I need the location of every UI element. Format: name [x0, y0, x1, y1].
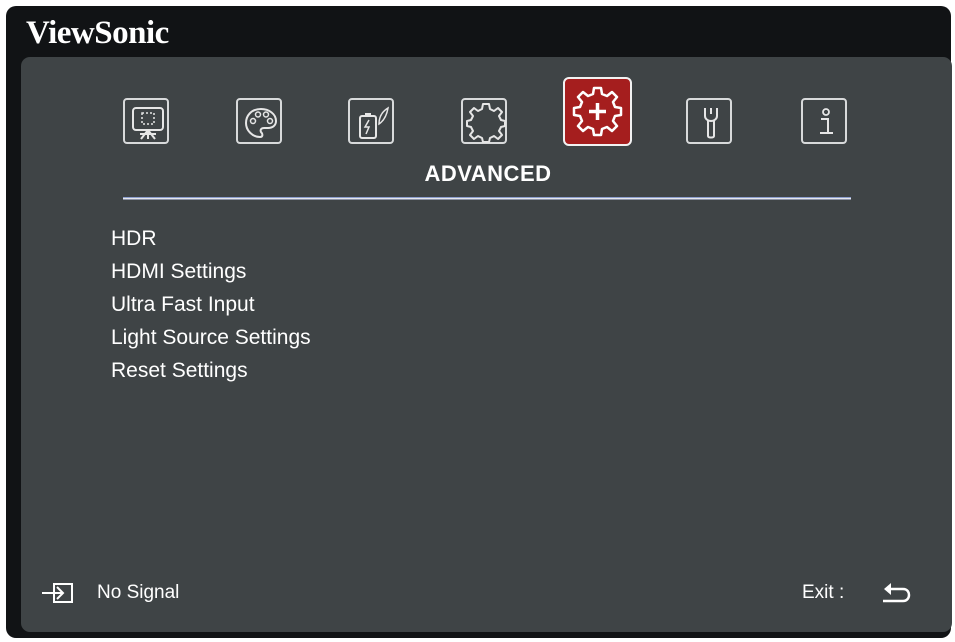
- exit-label: Exit :: [802, 582, 845, 603]
- menu-item-ultra-fast-input[interactable]: Ultra Fast Input: [111, 291, 311, 324]
- info-icon: [820, 108, 833, 134]
- title-divider: [123, 197, 851, 200]
- brand-logo: ViewSonic: [26, 15, 169, 51]
- exit-hint: Exit :: [802, 580, 922, 606]
- menu-item-hdmi-settings[interactable]: HDMI Settings: [111, 258, 311, 291]
- tab-display[interactable]: [123, 98, 169, 144]
- gear-plus-icon: [572, 86, 623, 137]
- display-icon: [132, 107, 164, 140]
- tab-system[interactable]: [686, 98, 732, 144]
- active-tab-title: ADVANCED: [424, 161, 552, 186]
- tab-basic[interactable]: [461, 98, 507, 144]
- input-source-icon: [42, 583, 73, 603]
- power-management-icon: [359, 106, 390, 139]
- return-arrow-icon[interactable]: [879, 582, 911, 604]
- status-text: No Signal: [97, 582, 180, 603]
- tab-power[interactable]: [348, 98, 394, 144]
- palette-icon: [244, 107, 278, 139]
- tab-information[interactable]: [801, 98, 847, 144]
- tab-image[interactable]: [236, 98, 282, 144]
- tab-advanced[interactable]: [563, 77, 632, 146]
- gear-icon: [466, 103, 506, 143]
- menu-item-light-source-settings[interactable]: Light Source Settings: [111, 324, 311, 357]
- menu-item-reset-settings[interactable]: Reset Settings: [111, 357, 311, 390]
- menu-item-hdr[interactable]: HDR: [111, 225, 311, 258]
- wrench-icon: [704, 108, 718, 139]
- advanced-menu: HDR HDMI Settings Ultra Fast Input Light…: [111, 225, 311, 390]
